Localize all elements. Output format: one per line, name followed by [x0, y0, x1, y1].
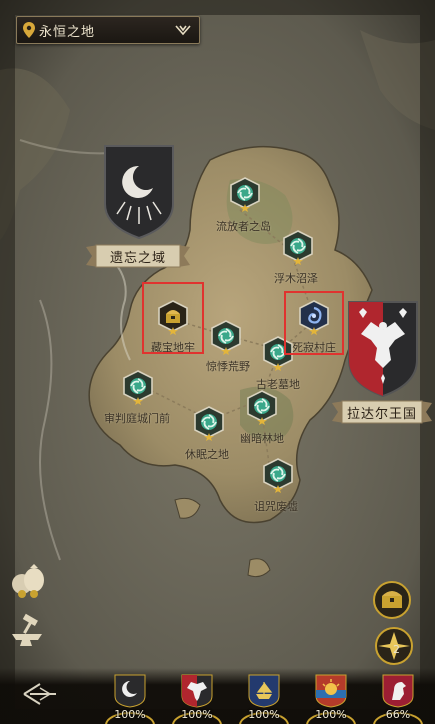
- ship-crest-icon: [248, 674, 280, 708]
- faction-tab-forgotten[interactable]: 100%: [105, 672, 155, 724]
- eagle-crest-icon: [181, 674, 213, 708]
- compass-count: 2: [393, 643, 400, 656]
- location-label-floating-swamp[interactable]: 浮木沼泽: [274, 270, 318, 286]
- chevron-down-icon[interactable]: [175, 23, 191, 37]
- location-pin-icon: [23, 22, 35, 38]
- location-label-exile-island[interactable]: 流放者之岛: [216, 218, 271, 234]
- star-rating-icon: [133, 397, 143, 405]
- location-label-dark-forest[interactable]: 幽暗林地: [240, 430, 284, 446]
- forgotten-realm-crest[interactable]: [103, 144, 175, 240]
- location-label-cursed-ruins[interactable]: 诅咒废墟: [254, 498, 298, 514]
- star-rating-icon: [204, 433, 214, 441]
- faction-progress: 100%: [181, 708, 213, 721]
- coin-bags-button[interactable]: [8, 558, 48, 598]
- location-node-exile-island[interactable]: [229, 177, 261, 212]
- location-node-cursed-ruins[interactable]: [262, 458, 294, 493]
- region-selector[interactable]: 永恒之地: [16, 16, 200, 44]
- faction-tab-radar[interactable]: 100%: [172, 672, 222, 724]
- compass-button[interactable]: [374, 626, 413, 665]
- radar-kingdom-label: 拉达尔王国: [346, 406, 417, 422]
- star-rating-icon: [293, 257, 303, 265]
- location-node-floating-swamp[interactable]: [282, 230, 314, 265]
- radar-kingdom-banner[interactable]: 拉达尔王国: [332, 399, 432, 425]
- star-rating-icon: [221, 347, 231, 355]
- horse-crest-icon: [382, 674, 414, 708]
- location-node-sleep-land[interactable]: [193, 406, 225, 441]
- coin-bag-icon: [12, 564, 44, 598]
- location-node-terror-wilds[interactable]: [210, 320, 242, 355]
- back-arrow-icon[interactable]: [20, 682, 60, 706]
- faction-tab-ship[interactable]: 100%: [239, 672, 289, 724]
- location-label-sleep-land[interactable]: 休眠之地: [185, 446, 229, 462]
- current-region-name: 永恒之地: [39, 24, 96, 40]
- crescent-crest-icon: [114, 674, 146, 708]
- star-rating-icon: [273, 485, 283, 493]
- sun-crest-icon: [315, 674, 347, 708]
- faction-tab-horse[interactable]: 66%: [373, 672, 423, 724]
- faction-progress: 66%: [385, 708, 411, 721]
- faction-tab-sun[interactable]: 100%: [306, 672, 356, 724]
- star-rating-icon: [240, 204, 250, 212]
- forgotten-realm-banner[interactable]: 遗忘之域: [86, 243, 190, 269]
- anvil-hammer-icon: [12, 613, 42, 646]
- selected-silent-village-frame: [284, 291, 344, 355]
- chest-button[interactable]: [372, 580, 411, 619]
- location-label-terror-wilds[interactable]: 惊悸荒野: [206, 358, 250, 374]
- location-label-judgment-gate[interactable]: 审判庭城门前: [104, 410, 170, 426]
- treasure-chest-icon: [373, 581, 411, 619]
- radar-kingdom-crest[interactable]: [347, 300, 419, 398]
- faction-progress: 100%: [315, 708, 347, 721]
- selected-treasure-dungeon-frame: [142, 282, 204, 354]
- world-map-screen: 永恒之地 遗忘之域 拉达尔王国 流放者之岛 浮木沼泽 藏宝地牢 死寂村庄 惊悸荒…: [0, 0, 435, 724]
- faction-progress: 100%: [248, 708, 280, 721]
- faction-progress: 100%: [114, 708, 146, 721]
- forge-button[interactable]: [8, 612, 48, 652]
- star-rating-icon: [273, 363, 283, 371]
- location-node-dark-forest[interactable]: [246, 390, 278, 425]
- star-rating-icon: [257, 417, 267, 425]
- location-node-judgment-gate[interactable]: [122, 370, 154, 405]
- forgotten-realm-label: 遗忘之域: [109, 250, 166, 266]
